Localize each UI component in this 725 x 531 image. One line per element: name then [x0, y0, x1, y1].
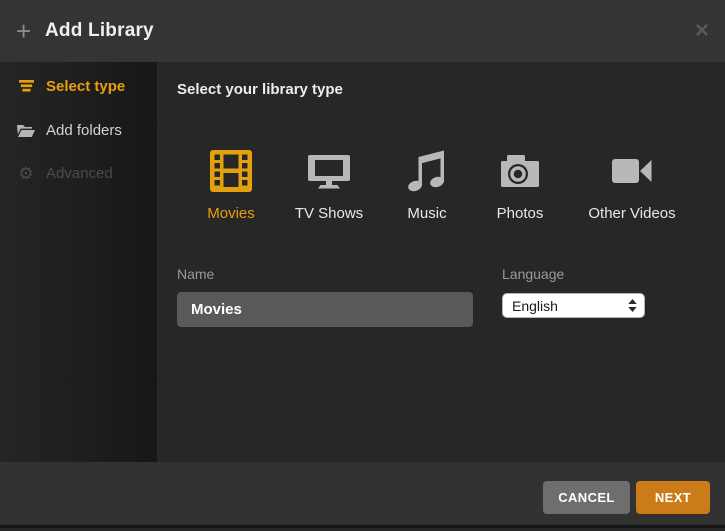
library-type-movies[interactable]: Movies [191, 148, 271, 222]
library-type-label: Other Videos [577, 205, 687, 222]
camera-icon [497, 148, 543, 194]
library-type-music[interactable]: Music [387, 148, 467, 222]
library-type-photos[interactable]: Photos [480, 148, 560, 222]
dialog-title: Add Library [45, 0, 154, 62]
panel-heading: Select your library type [177, 81, 343, 98]
library-type-label: Movies [191, 205, 271, 222]
sidebar-item-label: Add folders [46, 122, 122, 139]
plus-icon: + [16, 0, 31, 62]
language-field-label: Language [502, 266, 564, 282]
close-icon[interactable]: × [695, 0, 709, 62]
sidebar-item-add-folders[interactable]: Add folders [17, 116, 122, 144]
video-camera-icon [609, 148, 655, 194]
film-strip-icon [208, 148, 254, 194]
library-type-tv-shows[interactable]: TV Shows [289, 148, 369, 222]
next-button[interactable]: NEXT [636, 481, 710, 514]
sidebar-item-label: Select type [46, 78, 125, 95]
folder-icon [17, 124, 35, 137]
sidebar-item-select-type[interactable]: Select type [17, 72, 125, 100]
select-stepper-arrows-icon [628, 299, 637, 315]
name-field-label: Name [177, 266, 214, 282]
wizard-steps-sidebar: Select type Add folders ⚙ Advanced [0, 62, 157, 462]
library-type-other-videos[interactable]: Other Videos [577, 148, 687, 222]
cancel-button[interactable]: CANCEL [543, 481, 630, 514]
library-name-input[interactable] [177, 292, 473, 327]
filter-lines-icon [17, 80, 35, 92]
add-library-dialog: + Add Library × Select type Add fold [0, 0, 725, 531]
language-selected-value: English [512, 298, 558, 314]
language-select[interactable]: English [502, 293, 645, 318]
sidebar-item-label: Advanced [46, 165, 113, 182]
music-note-icon [404, 148, 450, 194]
dialog-footer: CANCEL NEXT [0, 462, 725, 528]
tv-icon [306, 148, 352, 194]
sidebar-item-advanced[interactable]: ⚙ Advanced [17, 159, 113, 187]
library-type-label: Photos [480, 205, 560, 222]
dialog-header: + Add Library × [0, 0, 725, 62]
library-type-label: TV Shows [289, 205, 369, 222]
library-type-label: Music [387, 205, 467, 222]
gear-icon: ⚙ [17, 165, 35, 182]
select-type-panel: Select your library type Movies [157, 62, 725, 462]
